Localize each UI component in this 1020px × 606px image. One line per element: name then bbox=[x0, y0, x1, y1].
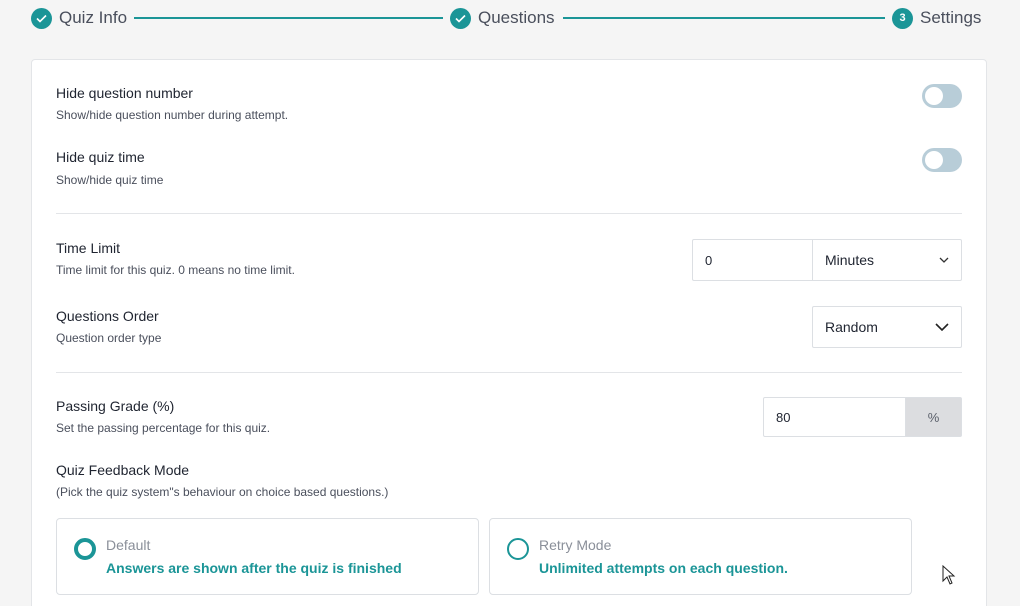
time-limit-title: Time Limit bbox=[56, 240, 121, 256]
option-title: Default bbox=[106, 537, 151, 553]
passing-grade-desc: Set the passing percentage for this quiz… bbox=[56, 421, 271, 435]
hide-quiz-time-toggle[interactable] bbox=[922, 148, 962, 172]
percent-addon: % bbox=[905, 397, 962, 437]
chevron-down-icon bbox=[939, 257, 949, 263]
option-desc: Unlimited attempts on each question. bbox=[539, 560, 788, 576]
step-label: Quiz Info bbox=[59, 8, 128, 27]
passing-grade-input[interactable]: 80 bbox=[763, 397, 906, 437]
hide-question-number-toggle[interactable] bbox=[922, 84, 962, 108]
feedback-mode-title: Quiz Feedback Mode bbox=[56, 462, 190, 478]
option-title: Retry Mode bbox=[539, 537, 612, 553]
passing-grade-title: Passing Grade (%) bbox=[56, 398, 175, 414]
toggle-knob bbox=[925, 87, 943, 105]
step-label: Questions bbox=[478, 8, 555, 27]
time-limit-desc: Time limit for this quiz. 0 means no tim… bbox=[56, 263, 295, 277]
toggle-knob bbox=[925, 151, 943, 169]
feedback-option-retry[interactable]: Retry Mode Unlimited attempts on each qu… bbox=[489, 518, 912, 595]
hide-question-number-desc: Show/hide question number during attempt… bbox=[56, 108, 289, 122]
hide-quiz-time-title: Hide quiz time bbox=[56, 149, 145, 165]
step-questions[interactable]: Questions bbox=[450, 7, 555, 29]
questions-order-title: Questions Order bbox=[56, 308, 159, 324]
feedback-option-default[interactable]: Default Answers are shown after the quiz… bbox=[56, 518, 479, 595]
chevron-down-icon bbox=[935, 323, 949, 331]
time-unit-select[interactable]: Minutes bbox=[812, 239, 962, 281]
section-divider bbox=[56, 213, 962, 214]
step-quiz-info[interactable]: Quiz Info bbox=[31, 7, 127, 29]
hide-quiz-time-desc: Show/hide quiz time bbox=[56, 173, 164, 187]
check-icon bbox=[450, 7, 471, 29]
mouse-cursor-icon bbox=[942, 565, 956, 585]
option-desc: Answers are shown after the quiz is fini… bbox=[106, 560, 402, 576]
step-connector bbox=[134, 17, 443, 19]
time-unit-value: Minutes bbox=[825, 252, 875, 268]
feedback-mode-desc: (Pick the quiz system"s behaviour on cho… bbox=[56, 485, 389, 499]
radio-unchecked-icon[interactable] bbox=[507, 538, 529, 560]
radio-checked-icon[interactable] bbox=[74, 538, 96, 560]
quiz-stepper: Quiz Info Questions 3 Settings bbox=[0, 0, 1020, 40]
questions-order-value: Random bbox=[825, 319, 878, 335]
step-connector bbox=[563, 17, 885, 19]
section-divider bbox=[56, 372, 962, 373]
questions-order-select[interactable]: Random bbox=[812, 306, 962, 348]
step-number: 3 bbox=[892, 7, 913, 29]
hide-question-number-title: Hide question number bbox=[56, 85, 193, 101]
questions-order-desc: Question order type bbox=[56, 331, 162, 345]
step-settings[interactable]: 3 Settings bbox=[892, 7, 981, 29]
check-icon bbox=[31, 7, 52, 29]
step-label: Settings bbox=[920, 8, 982, 27]
time-limit-input[interactable]: 0 bbox=[692, 239, 813, 281]
